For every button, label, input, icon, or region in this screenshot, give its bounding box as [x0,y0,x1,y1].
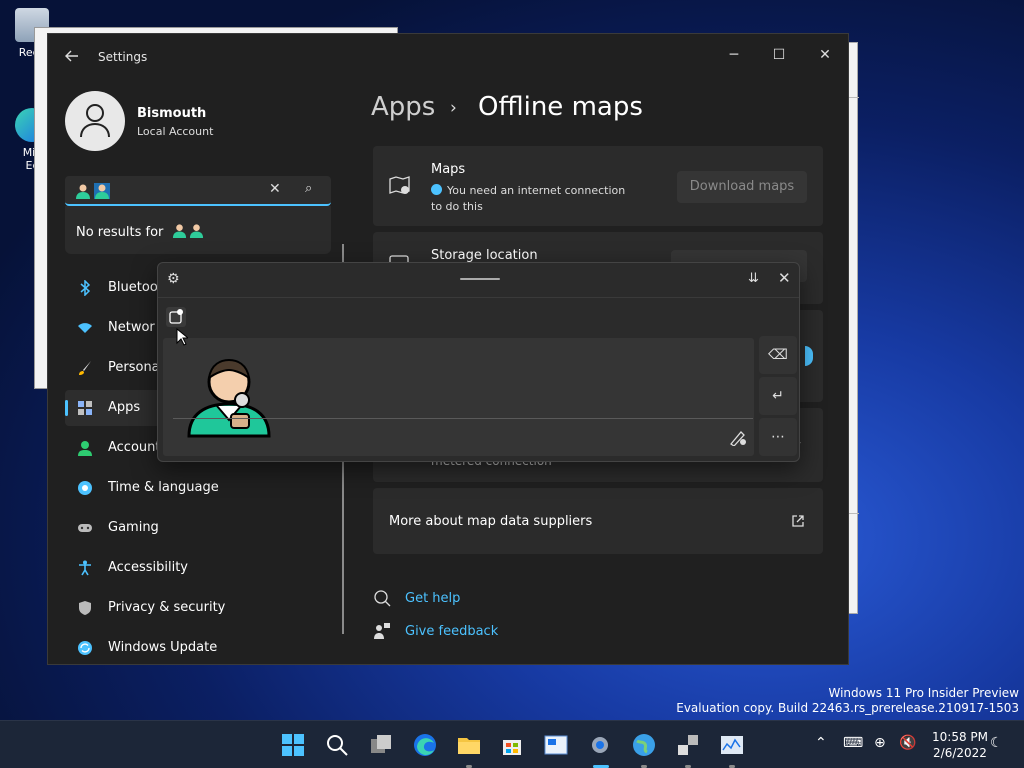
maps-info: You need an internet connection to do th… [431,184,626,213]
page-title: Offline maps [478,92,643,122]
person-emoji-icon [76,184,90,199]
person-emoji-icon [187,358,271,438]
search-suggestions: No results for [65,206,331,254]
person-emoji-icon [172,224,186,238]
account-type: Local Account [137,125,214,138]
mouse-cursor [176,328,188,346]
dock-icon[interactable]: ⇊ [748,271,759,286]
shield-icon [79,601,91,615]
keyboard-icon[interactable]: ⌨ [843,735,863,751]
time: 10:58 PM [932,730,988,744]
gear-icon[interactable]: ⚙ [167,271,180,287]
feedback-icon [374,623,390,639]
brush-icon [79,361,91,375]
toggle-switch[interactable] [805,346,813,366]
breadcrumb-separator: › [450,98,457,118]
clock[interactable]: 10:58 PM 2/6/2022 [932,729,988,761]
breadcrumb-apps-link[interactable]: Apps [371,92,435,122]
search-input[interactable]: ✕ ⌕ [65,176,331,206]
chevron-up-icon[interactable]: ⌃ [815,735,827,751]
close-icon[interactable]: ✕ [778,269,791,287]
settings-gear-icon[interactable] [588,733,612,757]
sidebar-item-windows-update[interactable]: Windows Update [65,630,331,666]
store-icon[interactable] [500,733,524,757]
person-emoji-selected-icon [94,183,110,199]
writing-baseline [173,418,753,419]
panel-divider [158,297,799,298]
task-view-icon[interactable] [369,733,393,757]
emoji-search-icon [169,309,183,324]
map-data-suppliers-label: More about map data suppliers [389,514,593,529]
more-options-button[interactable]: ⋯ [759,418,797,456]
sidebar-item-privacy-security[interactable]: Privacy & security [65,590,331,626]
clear-search-icon[interactable]: ✕ [269,181,281,197]
network-app-icon[interactable] [676,733,700,757]
give-feedback-link[interactable]: Give feedback [405,624,498,639]
bluetooth-icon [80,280,91,296]
sidebar-item-time-language[interactable]: Time & language [65,470,331,506]
no-results-text: No results for [76,223,204,240]
edge-icon[interactable] [413,733,437,757]
download-maps-button[interactable]: Download maps [677,171,807,203]
map-icon [389,176,410,194]
user-name: Bismouth [137,106,207,121]
help-icon [374,590,391,607]
person-icon [80,104,110,138]
maximize-button[interactable]: ☐ [764,42,794,68]
watermark-line2: Evaluation copy. Build 22463.rs_prerelea… [676,701,1019,715]
maps-title: Maps [431,162,466,177]
handwriting-panel[interactable]: ⚙ ⇊ ✕ ⌫ ↵ ⋯ [157,262,800,462]
sidebar-item-accessibility[interactable]: Accessibility [65,550,331,586]
focus-assist-icon[interactable]: ☾ [990,735,1003,751]
avatar[interactable] [65,91,125,151]
accessibility-icon [79,560,91,576]
pen-settings-icon[interactable] [729,430,747,446]
emoji-mode-button[interactable] [166,307,186,327]
resource-monitor-icon[interactable] [720,733,744,757]
title-bar[interactable]: Settings ─ ☐ ✕ [48,34,848,80]
account-icon [78,441,92,456]
apps-icon [78,401,92,415]
globe-icon[interactable]: ⊕ [874,735,886,751]
storage-location-title: Storage location [431,248,538,263]
map-data-suppliers-card[interactable]: More about map data suppliers [373,488,823,554]
maps-card: Maps You need an internet connection to … [373,146,823,226]
wifi-icon [78,323,92,333]
update-icon [78,641,92,655]
watermark-line1: Windows 11 Pro Insider Preview [828,686,1019,700]
back-button[interactable] [62,48,82,68]
external-link-icon [792,515,804,527]
file-explorer-icon[interactable] [457,733,481,757]
person-emoji-icon [189,224,203,238]
globe-clock-icon [78,481,92,495]
volume-muted-icon[interactable]: 🔇 [899,735,916,751]
backspace-button[interactable]: ⌫ [759,336,797,374]
app-window-icon[interactable] [544,733,568,757]
window-title: Settings [98,50,148,64]
get-help-link[interactable]: Get help [405,591,460,606]
back-arrow-icon [65,50,78,62]
handwriting-canvas[interactable] [163,338,754,456]
search-icon[interactable]: ⌕ [305,181,312,196]
minimize-button[interactable]: ─ [719,42,749,68]
search-icon[interactable] [325,733,349,757]
taskbar: ⌃ ⌨ ⊕ 🔇 10:58 PM 2/6/2022 ☾ [0,720,1024,768]
drag-handle[interactable] [460,278,500,280]
info-icon [431,184,442,195]
globe-app-icon[interactable] [632,733,656,757]
sidebar-item-gaming[interactable]: Gaming [65,510,331,546]
enter-button[interactable]: ↵ [759,377,797,415]
date: 2/6/2022 [933,746,987,760]
close-button[interactable]: ✕ [810,42,840,68]
start-icon[interactable] [281,733,305,757]
gamepad-icon [78,524,92,532]
